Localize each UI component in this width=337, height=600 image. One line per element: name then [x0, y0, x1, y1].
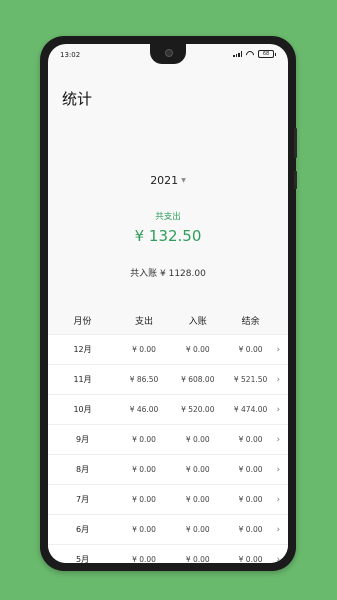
row-income: ¥ 0.00 [185, 525, 210, 534]
row-month: 6月 [76, 525, 90, 534]
row-income: ¥ 520.00 [181, 405, 215, 414]
battery-level: 68 [262, 51, 270, 57]
row-balance: ¥ 0.00 [238, 345, 263, 354]
wifi-icon [246, 51, 254, 57]
header-month: 月份 [73, 316, 92, 327]
table-row[interactable]: 5月 ¥ 0.00 ¥ 0.00 ¥ 0.00 › [48, 544, 288, 563]
row-month: 9月 [76, 435, 90, 444]
volume-button [294, 128, 297, 158]
chevron-right-icon: › [276, 404, 281, 415]
row-expense: ¥ 46.00 [129, 405, 159, 414]
table-row[interactable]: 8月 ¥ 0.00 ¥ 0.00 ¥ 0.00 › [48, 454, 288, 484]
battery-icon: 68 [258, 50, 276, 58]
header-balance: 结余 [241, 316, 260, 327]
dropdown-caret-icon: ▼ [181, 177, 186, 184]
row-month: 12月 [73, 345, 92, 354]
app-screen: 13:02 68 统计 2021 ▼ 共支出 ¥ 132.50 共入账 ¥ 112… [48, 44, 288, 563]
row-month: 5月 [76, 555, 90, 563]
row-income: ¥ 0.00 [185, 465, 210, 474]
row-income: ¥ 0.00 [185, 345, 210, 354]
row-income: ¥ 608.00 [181, 375, 215, 384]
row-income: ¥ 0.00 [185, 495, 210, 504]
table-header: 月份 支出 入账 结余 [48, 306, 288, 334]
row-expense: ¥ 0.00 [132, 525, 156, 534]
table-row[interactable]: 9月 ¥ 0.00 ¥ 0.00 ¥ 0.00 › [48, 424, 288, 454]
table-row[interactable]: 11月 ¥ 86.50 ¥ 608.00 ¥ 521.50 › [48, 364, 288, 394]
page-title: 统计 [62, 90, 93, 108]
row-income: ¥ 0.00 [185, 435, 210, 444]
row-expense: ¥ 0.00 [132, 435, 156, 444]
camera-notch [150, 44, 186, 64]
row-balance: ¥ 521.50 [233, 375, 268, 384]
row-month: 7月 [76, 495, 90, 504]
monthly-table[interactable]: 12月 ¥ 0.00 ¥ 0.00 ¥ 0.00 › 11月 ¥ 86.50 ¥… [48, 334, 288, 563]
chevron-right-icon: › [276, 494, 281, 505]
chevron-right-icon: › [276, 434, 281, 445]
status-icons: 68 [233, 50, 276, 58]
chevron-right-icon: › [276, 554, 281, 564]
row-month: 10月 [73, 405, 92, 414]
table-row[interactable]: 7月 ¥ 0.00 ¥ 0.00 ¥ 0.00 › [48, 484, 288, 514]
row-balance: ¥ 0.00 [238, 465, 263, 474]
row-expense: ¥ 86.50 [129, 375, 159, 384]
signal-icon [233, 51, 242, 57]
header-expense: 支出 [135, 316, 154, 327]
row-month: 8月 [76, 465, 90, 474]
power-button [294, 171, 297, 189]
table-row[interactable]: 12月 ¥ 0.00 ¥ 0.00 ¥ 0.00 › [48, 334, 288, 364]
row-balance: ¥ 474.00 [233, 405, 268, 414]
row-income: ¥ 0.00 [185, 555, 210, 563]
header-income: 入账 [188, 316, 207, 327]
row-balance: ¥ 0.00 [238, 495, 263, 504]
year-picker[interactable]: 2021 ▼ [48, 174, 288, 187]
row-balance: ¥ 0.00 [238, 435, 263, 444]
chevron-right-icon: › [276, 524, 281, 535]
table-row[interactable]: 10月 ¥ 46.00 ¥ 520.00 ¥ 474.00 › [48, 394, 288, 424]
row-month: 11月 [73, 375, 92, 384]
row-expense: ¥ 0.00 [132, 465, 156, 474]
table-row[interactable]: 6月 ¥ 0.00 ¥ 0.00 ¥ 0.00 › [48, 514, 288, 544]
total-income: 共入账 ¥ 1128.00 [130, 269, 206, 279]
row-expense: ¥ 0.00 [132, 345, 156, 354]
row-expense: ¥ 0.00 [132, 495, 156, 504]
total-spend-amount: ¥ 132.50 [134, 227, 202, 245]
chevron-right-icon: › [276, 374, 281, 385]
chevron-right-icon: › [276, 464, 281, 475]
camera-icon [165, 49, 173, 57]
total-spend-label: 共支出 [155, 212, 181, 222]
row-balance: ¥ 0.00 [238, 525, 263, 534]
row-balance: ¥ 0.00 [238, 555, 263, 563]
chevron-right-icon: › [276, 344, 281, 355]
status-time: 13:02 [60, 51, 81, 59]
phone-frame: 13:02 68 统计 2021 ▼ 共支出 ¥ 132.50 共入账 ¥ 112… [40, 36, 297, 571]
year-value: 2021 [150, 174, 179, 187]
row-expense: ¥ 0.00 [132, 555, 156, 563]
